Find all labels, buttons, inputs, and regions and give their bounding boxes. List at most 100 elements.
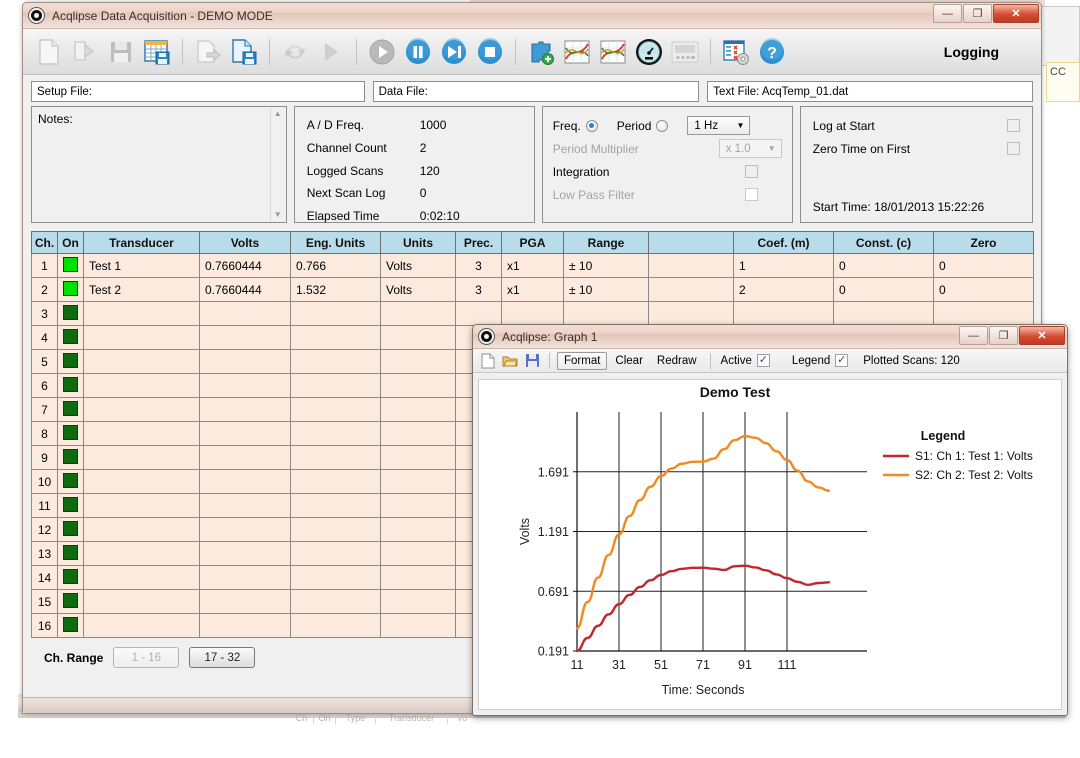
cell-transducer[interactable] [84, 494, 200, 518]
cell-transducer[interactable] [84, 614, 200, 638]
cell-channel-enable[interactable] [58, 302, 84, 326]
save-data-file-icon[interactable] [227, 35, 261, 69]
cell-range[interactable]: ± 10 [564, 278, 649, 302]
col-range[interactable]: Range [564, 232, 649, 254]
cell-units[interactable] [381, 302, 456, 326]
table-row[interactable]: 2Test 20.76604441.532Volts3x1± 10200 [32, 278, 1034, 302]
cell-pga[interactable]: x1 [502, 254, 564, 278]
col-blank[interactable] [649, 232, 734, 254]
cell-units[interactable] [381, 422, 456, 446]
cell-transducer[interactable] [84, 518, 200, 542]
integration-checkbox[interactable] [745, 165, 758, 178]
channel-off-indicator[interactable] [63, 353, 78, 368]
add-graph-icon[interactable] [524, 35, 558, 69]
close-button[interactable]: ✕ [993, 4, 1039, 23]
cell-channel-enable[interactable] [58, 446, 84, 470]
channel-off-indicator[interactable] [63, 569, 78, 584]
col-const[interactable]: Const. (c) [834, 232, 934, 254]
cell-channel-enable[interactable] [58, 278, 84, 302]
col-pga[interactable]: PGA [502, 232, 564, 254]
cell-channel-enable[interactable] [58, 326, 84, 350]
main-titlebar[interactable]: Acqlipse Data Acquisition - DEMO MODE — … [23, 3, 1041, 29]
cell-units[interactable] [381, 542, 456, 566]
cell-transducer[interactable] [84, 326, 200, 350]
cell-units[interactable] [381, 446, 456, 470]
cell-transducer[interactable] [84, 374, 200, 398]
freq-radio[interactable] [586, 120, 598, 132]
settings-table-icon[interactable] [719, 35, 753, 69]
cell-channel-enable[interactable] [58, 254, 84, 278]
col-transducer[interactable]: Transducer [84, 232, 200, 254]
cell-units[interactable] [381, 614, 456, 638]
cell-prec[interactable]: 3 [456, 254, 502, 278]
cell-pga[interactable] [502, 302, 564, 326]
cell-channel-enable[interactable] [58, 350, 84, 374]
clear-button[interactable]: Clear [609, 353, 648, 369]
graph-maximize-button[interactable]: ❐ [989, 326, 1018, 345]
channel-off-indicator[interactable] [63, 377, 78, 392]
cell-units[interactable]: Volts [381, 254, 456, 278]
channel-off-indicator[interactable] [63, 449, 78, 464]
new-file-icon[interactable] [32, 35, 66, 69]
cell-prec[interactable]: 3 [456, 278, 502, 302]
cell-units[interactable] [381, 374, 456, 398]
channel-off-indicator[interactable] [63, 473, 78, 488]
cell-prec[interactable] [456, 302, 502, 326]
cell-transducer[interactable] [84, 350, 200, 374]
cell-coef[interactable] [734, 302, 834, 326]
legend-checkbox[interactable] [835, 354, 848, 367]
start-acquisition-icon[interactable] [365, 35, 399, 69]
maximize-button[interactable]: ❐ [963, 4, 992, 23]
col-prec[interactable]: Prec. [456, 232, 502, 254]
graph-window-icon[interactable] [560, 35, 594, 69]
stop-acquisition-icon[interactable] [473, 35, 507, 69]
cell-units[interactable]: Volts [381, 278, 456, 302]
cell-units[interactable] [381, 566, 456, 590]
col-volts[interactable]: Volts [200, 232, 291, 254]
cell-channel-enable[interactable] [58, 566, 84, 590]
step-acquisition-icon[interactable] [437, 35, 471, 69]
pause-acquisition-icon[interactable] [401, 35, 435, 69]
channel-on-indicator[interactable] [63, 257, 78, 272]
cell-channel-enable[interactable] [58, 590, 84, 614]
cell-zero[interactable] [934, 302, 1034, 326]
cell-transducer[interactable] [84, 566, 200, 590]
text-file-field[interactable]: Text File: AcqTemp_01.dat [707, 81, 1033, 102]
low-pass-filter-checkbox[interactable] [745, 188, 758, 201]
export-data-icon[interactable] [191, 35, 225, 69]
cell-zero[interactable]: 0 [934, 278, 1034, 302]
new-page-icon[interactable] [478, 351, 498, 371]
cell-range[interactable] [564, 302, 649, 326]
channel-off-indicator[interactable] [63, 521, 78, 536]
cell-transducer[interactable] [84, 590, 200, 614]
cell-transducer[interactable]: Test 2 [84, 278, 200, 302]
cell-channel-enable[interactable] [58, 542, 84, 566]
digital-display-icon[interactable] [668, 35, 702, 69]
table-row[interactable]: 1Test 10.76604440.766Volts3x1± 10100 [32, 254, 1034, 278]
cell-pga[interactable]: x1 [502, 278, 564, 302]
channel-off-indicator[interactable] [63, 329, 78, 344]
col-coef[interactable]: Coef. (m) [734, 232, 834, 254]
cell-range[interactable]: ± 10 [564, 254, 649, 278]
cell-transducer[interactable] [84, 446, 200, 470]
background-right-field[interactable]: CC [1046, 62, 1080, 102]
gauge-meter-icon[interactable] [632, 35, 666, 69]
range-button-17-32[interactable]: 17 - 32 [189, 647, 255, 668]
help-icon[interactable]: ? [755, 35, 789, 69]
cell-transducer[interactable] [84, 542, 200, 566]
col-units[interactable]: Units [381, 232, 456, 254]
cell-channel-enable[interactable] [58, 470, 84, 494]
cell-units[interactable] [381, 350, 456, 374]
refresh-icon[interactable] [278, 35, 312, 69]
cell-transducer[interactable] [84, 398, 200, 422]
graph-window-2-icon[interactable] [596, 35, 630, 69]
legend-toggle[interactable]: Legend [789, 354, 851, 367]
channel-off-indicator[interactable] [63, 497, 78, 512]
cell-channel-enable[interactable] [58, 518, 84, 542]
play-small-icon[interactable] [314, 35, 348, 69]
channel-off-indicator[interactable] [63, 401, 78, 416]
cell-units[interactable] [381, 494, 456, 518]
cell-const[interactable] [834, 302, 934, 326]
minimize-button[interactable]: — [933, 4, 962, 23]
log-at-start-checkbox[interactable] [1007, 119, 1020, 132]
